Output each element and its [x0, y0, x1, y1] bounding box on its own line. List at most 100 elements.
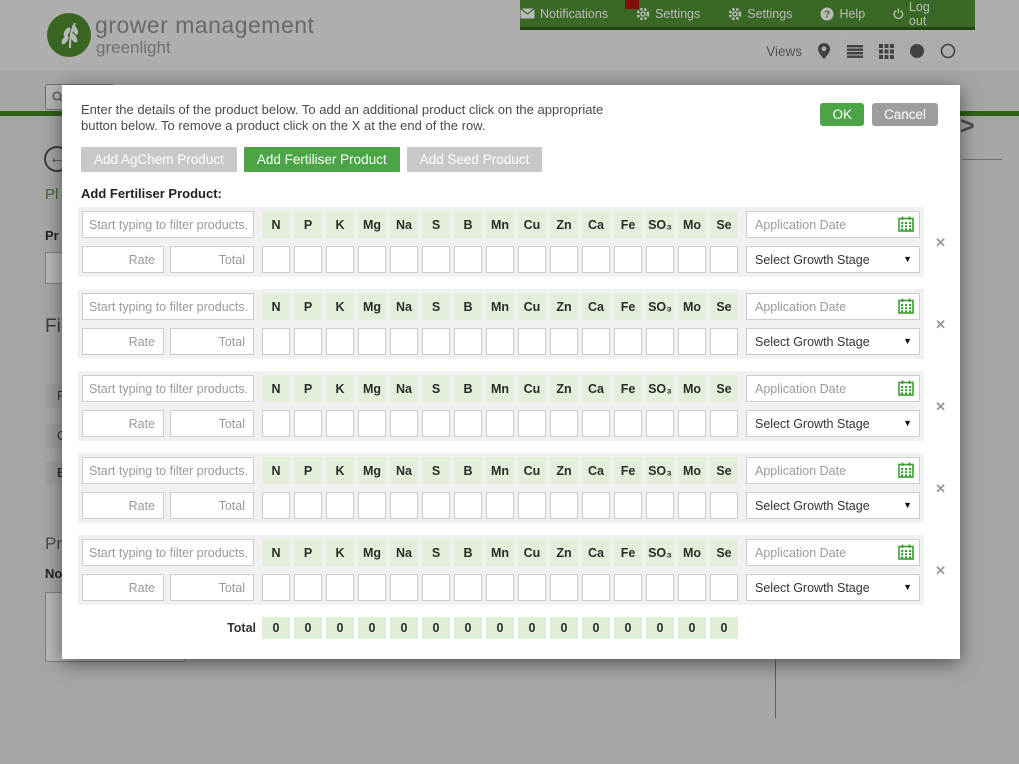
element-value-input[interactable] [294, 410, 322, 437]
element-value-input[interactable] [294, 246, 322, 273]
element-value-input[interactable] [390, 410, 418, 437]
calendar-icon[interactable] [898, 216, 914, 232]
element-value-input[interactable] [422, 328, 450, 355]
element-value-input[interactable] [422, 246, 450, 273]
total-input[interactable] [170, 492, 254, 519]
element-value-input[interactable] [582, 410, 610, 437]
element-value-input[interactable] [262, 328, 290, 355]
element-value-input[interactable] [262, 410, 290, 437]
growth-stage-select[interactable]: Select Growth Stage [747, 329, 919, 354]
product-filter-input[interactable] [82, 457, 254, 484]
element-value-input[interactable] [294, 328, 322, 355]
element-value-input[interactable] [582, 246, 610, 273]
element-value-input[interactable] [262, 246, 290, 273]
element-value-input[interactable] [518, 574, 546, 601]
element-value-input[interactable] [390, 492, 418, 519]
element-value-input[interactable] [486, 328, 514, 355]
remove-row-button[interactable]: ✕ [935, 399, 946, 415]
element-value-input[interactable] [678, 328, 706, 355]
product-filter-input[interactable] [82, 293, 254, 320]
element-value-input[interactable] [550, 574, 578, 601]
element-value-input[interactable] [646, 328, 674, 355]
calendar-icon[interactable] [898, 380, 914, 396]
element-value-input[interactable] [262, 574, 290, 601]
tab-add-fertiliser-product[interactable]: Add Fertiliser Product [244, 147, 400, 172]
element-value-input[interactable] [710, 574, 738, 601]
tab-add-agchem-product[interactable]: Add AgChem Product [81, 147, 237, 172]
element-value-input[interactable] [646, 410, 674, 437]
element-value-input[interactable] [390, 246, 418, 273]
total-input[interactable] [170, 410, 254, 437]
element-value-input[interactable] [614, 410, 642, 437]
element-value-input[interactable] [678, 410, 706, 437]
element-value-input[interactable] [678, 492, 706, 519]
growth-stage-select[interactable]: Select Growth Stage [747, 247, 919, 272]
remove-row-button[interactable]: ✕ [935, 563, 946, 579]
element-value-input[interactable] [582, 574, 610, 601]
element-value-input[interactable] [294, 574, 322, 601]
application-date-input[interactable] [746, 375, 920, 402]
element-value-input[interactable] [614, 492, 642, 519]
element-value-input[interactable] [614, 328, 642, 355]
element-value-input[interactable] [486, 246, 514, 273]
growth-stage-select[interactable]: Select Growth Stage [747, 411, 919, 436]
remove-row-button[interactable]: ✕ [935, 235, 946, 251]
element-value-input[interactable] [358, 328, 386, 355]
remove-row-button[interactable]: ✕ [935, 481, 946, 497]
element-value-input[interactable] [518, 246, 546, 273]
application-date-input[interactable] [746, 293, 920, 320]
application-date-input[interactable] [746, 539, 920, 566]
element-value-input[interactable] [486, 574, 514, 601]
element-value-input[interactable] [422, 574, 450, 601]
cancel-button[interactable]: Cancel [872, 103, 938, 126]
element-value-input[interactable] [326, 574, 354, 601]
element-value-input[interactable] [710, 492, 738, 519]
element-value-input[interactable] [710, 328, 738, 355]
calendar-icon[interactable] [898, 462, 914, 478]
element-value-input[interactable] [550, 410, 578, 437]
element-value-input[interactable] [646, 492, 674, 519]
element-value-input[interactable] [358, 246, 386, 273]
total-input[interactable] [170, 328, 254, 355]
element-value-input[interactable] [326, 246, 354, 273]
element-value-input[interactable] [454, 410, 482, 437]
element-value-input[interactable] [326, 492, 354, 519]
element-value-input[interactable] [454, 492, 482, 519]
rate-input[interactable] [82, 246, 164, 273]
element-value-input[interactable] [358, 410, 386, 437]
application-date-input[interactable] [746, 211, 920, 238]
rate-input[interactable] [82, 410, 164, 437]
element-value-input[interactable] [326, 328, 354, 355]
application-date-input[interactable] [746, 457, 920, 484]
element-value-input[interactable] [294, 492, 322, 519]
element-value-input[interactable] [710, 246, 738, 273]
element-value-input[interactable] [678, 246, 706, 273]
element-value-input[interactable] [550, 328, 578, 355]
element-value-input[interactable] [358, 574, 386, 601]
rate-input[interactable] [82, 328, 164, 355]
element-value-input[interactable] [518, 410, 546, 437]
total-input[interactable] [170, 574, 254, 601]
growth-stage-select[interactable]: Select Growth Stage [747, 575, 919, 600]
element-value-input[interactable] [454, 328, 482, 355]
element-value-input[interactable] [390, 574, 418, 601]
product-filter-input[interactable] [82, 211, 254, 238]
element-value-input[interactable] [550, 246, 578, 273]
calendar-icon[interactable] [898, 544, 914, 560]
calendar-icon[interactable] [898, 298, 914, 314]
element-value-input[interactable] [326, 410, 354, 437]
ok-button[interactable]: OK [820, 103, 864, 126]
element-value-input[interactable] [518, 328, 546, 355]
element-value-input[interactable] [422, 492, 450, 519]
element-value-input[interactable] [518, 492, 546, 519]
total-input[interactable] [170, 246, 254, 273]
element-value-input[interactable] [582, 492, 610, 519]
element-value-input[interactable] [710, 410, 738, 437]
element-value-input[interactable] [454, 574, 482, 601]
element-value-input[interactable] [614, 246, 642, 273]
element-value-input[interactable] [486, 492, 514, 519]
element-value-input[interactable] [614, 574, 642, 601]
remove-row-button[interactable]: ✕ [935, 317, 946, 333]
element-value-input[interactable] [646, 246, 674, 273]
element-value-input[interactable] [678, 574, 706, 601]
